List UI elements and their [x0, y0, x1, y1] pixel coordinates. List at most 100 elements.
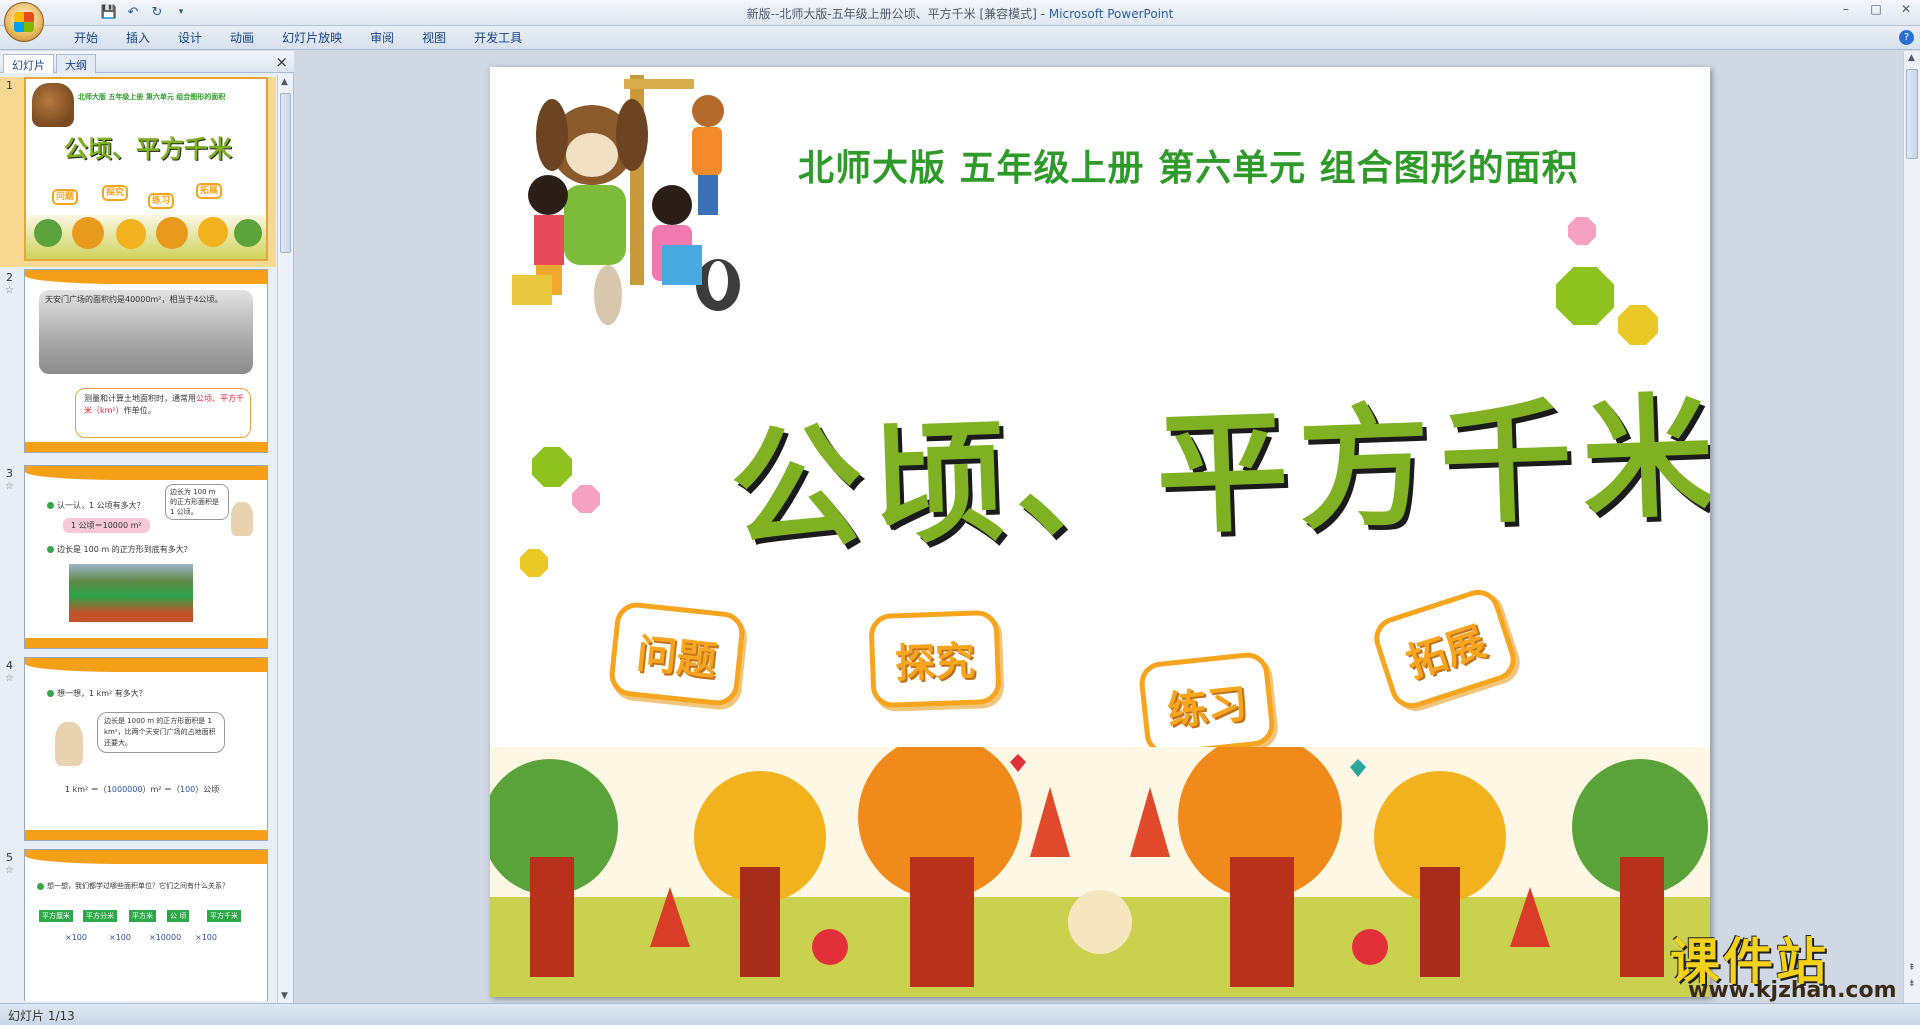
office-button[interactable] [4, 2, 44, 42]
scrollbar-thumb[interactable] [1906, 69, 1918, 159]
cartoon-characters-image [512, 75, 740, 325]
unit-box: 平方千米 [207, 910, 241, 922]
scrollbar-thumb[interactable] [280, 93, 291, 253]
decor-octagon [532, 447, 572, 487]
tab-view[interactable]: 视图 [408, 30, 460, 46]
ribbon-tabs: 开始 插入 设计 动画 幻灯片放映 审阅 视图 开发工具 [60, 30, 536, 46]
old-man-image [231, 502, 253, 536]
thumbnail-preview: 北师大版 五年级上册 第六单元 组合图形的面积 公顷、平方千米 问题 探究 练习… [24, 77, 268, 261]
thumb-badge: 拓展 [196, 183, 223, 199]
current-slide[interactable]: 北师大版 五年级上册 第六单元 组合图形的面积 公顷、平方千米 问题 探究 练习… [490, 67, 1710, 997]
watermark-logo: 课件站 www.kjzhan.com [1666, 922, 1904, 1003]
thumbnail-slide-3[interactable]: 3 ☆ 认一认，1 公顷有多大？ 1 公顷＝10000 m² 边长为 100 m… [0, 465, 276, 655]
orange-banner [25, 830, 267, 840]
tab-developer[interactable]: 开发工具 [460, 30, 536, 46]
close-icon[interactable]: × [275, 53, 288, 71]
thumb-text: 天安门广场的面积约是40000m²，相当于4公顷。 [45, 295, 223, 304]
watermark-url: www.kjzhan.com [1688, 978, 1897, 1003]
thumb-bullet: 认一认，1 公顷有多大？ [47, 500, 145, 512]
thumbnail-slide-5[interactable]: 5 ☆ 想一想，我们都学过哪些面积单位？它们之间有什么关系？ 平方厘米 平方分米… [0, 849, 276, 1001]
scroll-up-icon[interactable]: ▲ [1908, 53, 1915, 63]
unit-box: 平方厘米 [39, 910, 73, 922]
thumb-badge: 探究 [102, 185, 129, 201]
thumb-bullet: 想一想，我们都学过哪些面积单位？它们之间有什么关系？ [37, 880, 229, 892]
square-photo-image: 天安门广场的面积约是40000m²，相当于4公顷。 [39, 290, 253, 374]
slide-number: 1 [6, 79, 13, 92]
thumbnail-preview: 天安门广场的面积约是40000m²，相当于4公顷。 测量和计算土地面积时，通常用… [24, 269, 268, 453]
thumb-text: 测量和计算土地面积时，通常用公顷、平方千米（km²）作单位。 [84, 394, 244, 415]
thumbnail-preview: 想一想，1 km² 有多大？ 边长是 1000 m 的正方形面积是 1 km²，… [24, 657, 268, 841]
speech-bubble: 边长为 100 m 的正方形面积是 1 公顷。 [165, 484, 229, 520]
office-logo-icon [14, 12, 34, 32]
tab-design[interactable]: 设计 [164, 30, 216, 46]
unit-box: 平方分米 [83, 910, 117, 922]
orange-banner [25, 850, 267, 864]
tab-insert[interactable]: 插入 [112, 30, 164, 46]
unit-box: 公 顷 [167, 910, 190, 922]
trees-banner-image [490, 747, 1710, 997]
animation-star-icon: ☆ [5, 673, 14, 684]
old-man-image [55, 722, 83, 766]
tab-animations[interactable]: 动画 [216, 30, 268, 46]
minimize-icon[interactable]: – [1836, 2, 1856, 16]
speech-bubble: 测量和计算土地面积时，通常用公顷、平方千米（km²）作单位。 [75, 388, 251, 438]
window-title: 新版--北师大版-五年级上册公顷、平方千米 [兼容模式] - Microsoft… [0, 5, 1920, 22]
animation-star-icon: ☆ [5, 865, 14, 876]
status-bar: 幻灯片 1/13 [0, 1003, 1920, 1025]
ribbon: 开始 插入 设计 动画 幻灯片放映 审阅 视图 开发工具 ? [0, 26, 1920, 50]
orange-banner [25, 466, 267, 480]
decor-octagon [1618, 305, 1658, 345]
help-icon[interactable]: ? [1899, 30, 1914, 45]
speech-bubble: 边长是 1000 m 的正方形面积是 1 km²，比两个天安门广场的占地面积还要… [97, 712, 225, 753]
tab-slides[interactable]: 幻灯片 [3, 54, 54, 73]
stadium-photo-image [69, 564, 193, 622]
tab-home[interactable]: 开始 [60, 30, 112, 46]
thumb-bullet: 想一想，1 km² 有多大？ [47, 688, 147, 700]
scroll-down-icon[interactable]: ▼ [281, 991, 288, 1001]
factor-label: ×100 [65, 933, 87, 942]
tab-slideshow[interactable]: 幻灯片放映 [268, 30, 356, 46]
thumbnail-preview: 认一认，1 公顷有多大？ 1 公顷＝10000 m² 边长为 100 m 的正方… [24, 465, 268, 649]
thumb-pill: 1 公顷＝10000 m² [63, 518, 150, 533]
thumb-bullet: 边长是 100 m 的正方形到底有多大？ [47, 544, 192, 556]
factor-label: ×100 [195, 933, 217, 942]
thumb-title: 公顷、平方千米 [64, 135, 232, 163]
thumb-formula: 1 km² ＝（1000000）m² ＝（100）公顷 [65, 785, 220, 794]
thumb-badge: 问题 [52, 189, 79, 205]
animation-star-icon: ☆ [5, 285, 14, 296]
cartoon-characters-image [32, 83, 74, 127]
thumbnail-scrollbar[interactable]: ▲ ▼ [277, 75, 293, 1003]
next-slide-icon[interactable]: ⇟ [1908, 979, 1916, 989]
badge-question[interactable]: 问题 [607, 600, 747, 708]
slide-scrollbar[interactable]: ▲ ⇞ ⇟ [1903, 51, 1920, 1003]
tab-review[interactable]: 审阅 [356, 30, 408, 46]
thumbnail-slide-4[interactable]: 4 ☆ 想一想，1 km² 有多大？ 边长是 1000 m 的正方形面积是 1 … [0, 657, 276, 847]
slide-number: 5 [6, 851, 13, 864]
thumbnail-preview: 想一想，我们都学过哪些面积单位？它们之间有什么关系？ 平方厘米 平方分米 平方米… [24, 849, 268, 1001]
orange-banner [25, 638, 267, 648]
maximize-icon[interactable]: □ [1866, 2, 1886, 16]
scroll-up-icon[interactable]: ▲ [281, 77, 288, 87]
badge-extend[interactable]: 拓展 [1368, 584, 1522, 714]
orange-banner [25, 270, 267, 284]
panel-tabs: 幻灯片 大纲 × [0, 51, 294, 73]
orange-banner [25, 442, 267, 452]
close-icon[interactable]: ✕ [1896, 2, 1916, 16]
tab-outline[interactable]: 大纲 [56, 54, 96, 73]
thumbnail-slide-2[interactable]: 2 ☆ 天安门广场的面积约是40000m²，相当于4公顷。 测量和计算土地面积时… [0, 269, 276, 459]
window-controls: – □ ✕ [1836, 2, 1916, 16]
orange-banner [25, 658, 267, 672]
decor-octagon [1556, 267, 1614, 325]
badge-practice[interactable]: 练习 [1137, 650, 1277, 758]
badge-explore[interactable]: 探究 [868, 609, 1002, 709]
unit-box: 平方米 [129, 910, 156, 922]
slide-number: 4 [6, 659, 13, 672]
thumb-header: 北师大版 五年级上册 第六单元 组合图形的面积 [78, 93, 226, 101]
decor-octagon [520, 549, 548, 577]
slide-number: 2 [6, 271, 13, 284]
app-name: Microsoft PowerPoint [1048, 7, 1174, 21]
trees-banner [26, 215, 266, 259]
prev-slide-icon[interactable]: ⇞ [1908, 963, 1916, 973]
thumbnail-slide-1[interactable]: 1 北师大版 五年级上册 第六单元 组合图形的面积 公顷、平方千米 问题 探究 … [0, 77, 276, 267]
slide-header: 北师大版 五年级上册 第六单元 组合图形的面积 [798, 148, 1579, 189]
